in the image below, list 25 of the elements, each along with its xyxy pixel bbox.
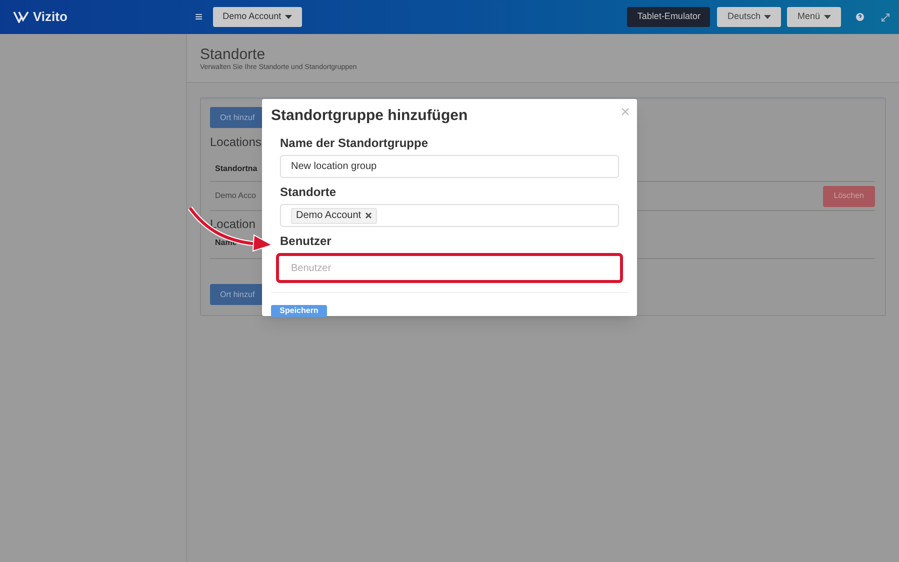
section-heading: Location: [210, 217, 256, 231]
column-header: Standortna: [214, 163, 258, 175]
app-logo[interactable]: Vizito: [33, 7, 68, 27]
caret-icon: [285, 15, 292, 19]
text-field[interactable]: New location group: [280, 155, 619, 178]
tags-field[interactable]: Demo Account: [280, 204, 619, 227]
field-label: Name der Standortgruppe: [280, 136, 430, 150]
menu-icon[interactable]: ≡: [195, 7, 203, 27]
caret-icon: [824, 15, 831, 19]
field-label: Standorte: [280, 185, 338, 199]
account-dropdown[interactable]: Demo Account: [212, 7, 302, 27]
help-icon[interactable]: [856, 13, 864, 21]
caret-icon: [764, 15, 772, 19]
remove-icon[interactable]: [365, 212, 372, 219]
tag-chip[interactable]: Demo Account: [291, 208, 378, 224]
tablet-emulator-button[interactable]: Tablet-Emulator: [627, 7, 710, 27]
page-title: Standorte: [200, 46, 266, 63]
text-field[interactable]: Benutzer: [276, 253, 623, 283]
section-heading: Locations: [210, 135, 262, 149]
logo-icon: [13, 11, 29, 23]
table-cell-text: Demo Acco: [214, 190, 256, 202]
fullscreen-icon[interactable]: [881, 12, 890, 22]
language-dropdown[interactable]: Deutsch: [717, 7, 782, 27]
field-label: Benutzer: [280, 234, 332, 248]
menu-dropdown[interactable]: Menü: [787, 7, 841, 27]
